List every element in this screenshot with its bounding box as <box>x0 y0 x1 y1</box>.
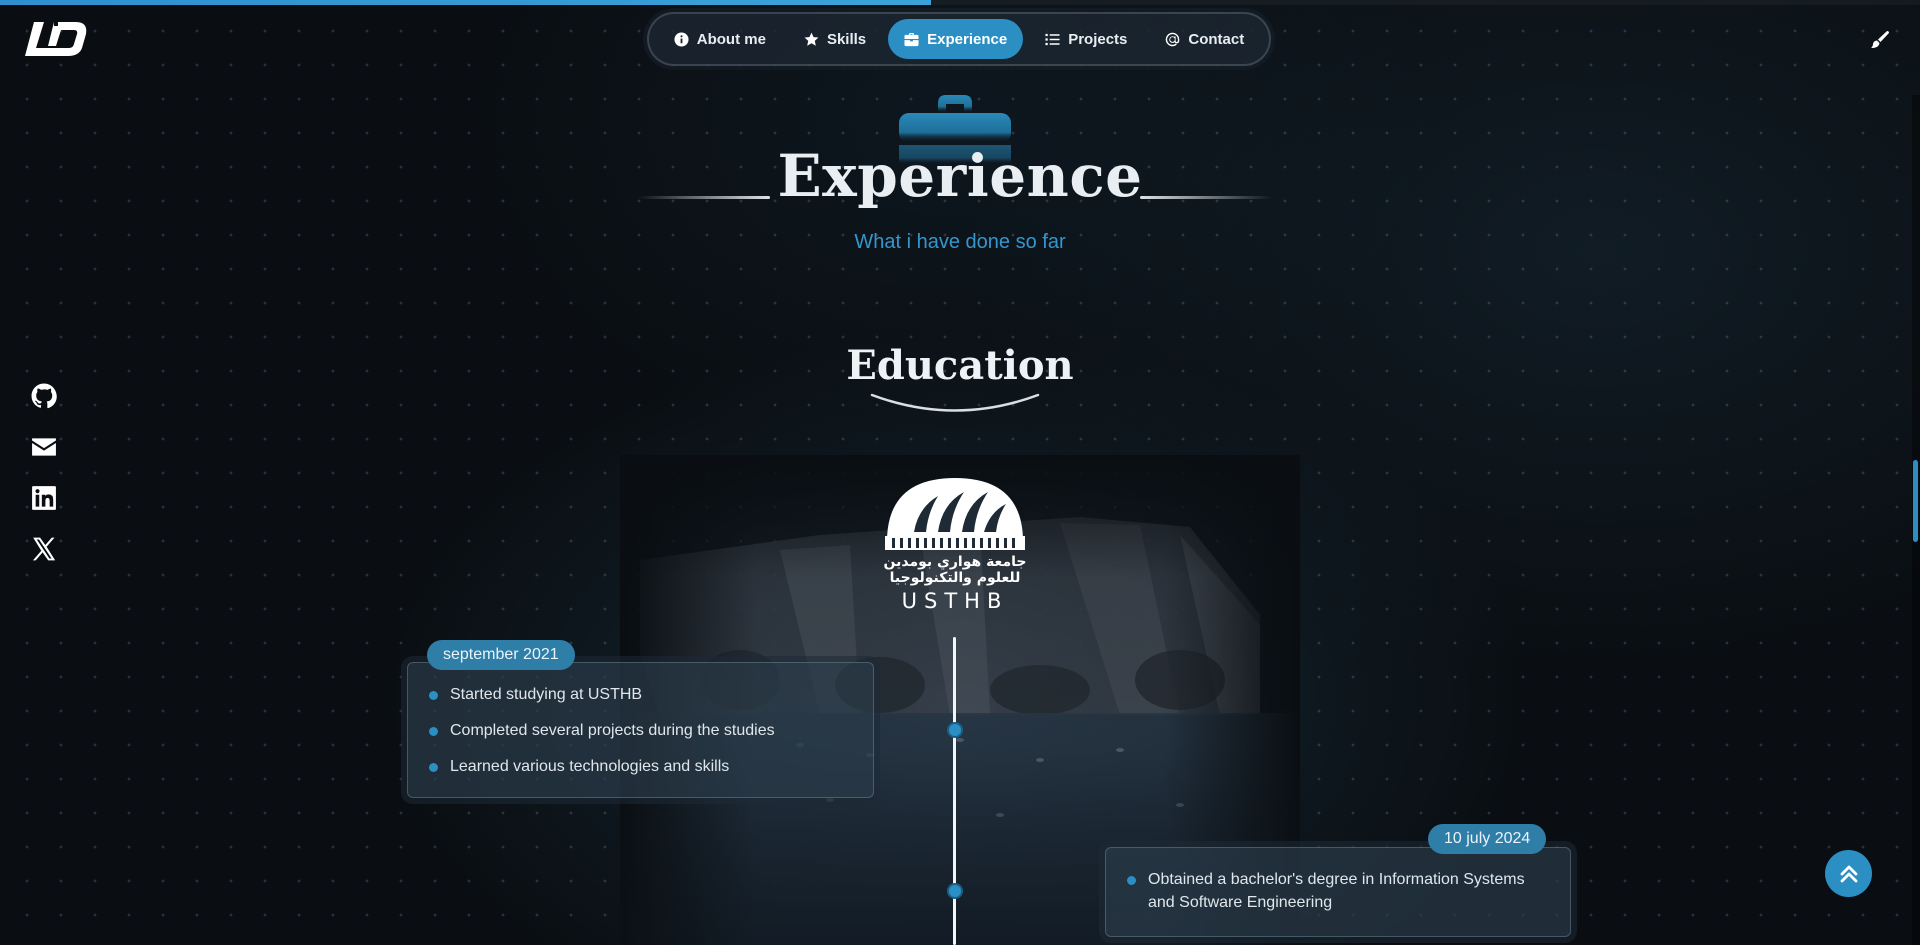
page-scrollbar-thumb[interactable] <box>1913 460 1918 542</box>
list-item: Obtained a bachelor's degree in Informat… <box>1124 868 1552 914</box>
timeline-card-list: Started studying at USTHB Completed seve… <box>426 683 855 778</box>
linkedin-icon <box>32 486 56 510</box>
section-title: Experience <box>777 142 1143 210</box>
nav-item-projects[interactable]: Projects <box>1029 19 1143 59</box>
svg-text:جامعة هواري بومدين: جامعة هواري بومدين <box>884 554 1027 571</box>
timeline-date-badge: september 2021 <box>427 640 575 670</box>
briefcase-icon <box>904 32 919 46</box>
social-links <box>30 383 58 562</box>
double-chevron-up-icon <box>1840 865 1857 882</box>
timeline-card: Obtained a bachelor's degree in Informat… <box>1105 847 1571 937</box>
x-twitter-icon <box>32 537 56 561</box>
scroll-progress-fill <box>0 0 932 5</box>
star-icon <box>804 32 819 46</box>
nav-item-experience[interactable]: Experience <box>888 19 1024 59</box>
nav-item-label: About me <box>696 30 766 48</box>
svg-text:USTHB: USTHB <box>902 589 1009 612</box>
list-item: Started studying at USTHB <box>426 683 855 706</box>
title-divider-right <box>1140 196 1272 199</box>
title-divider-left <box>638 196 770 199</box>
list-icon <box>1045 33 1060 45</box>
timeline-card: Started studying at USTHB Completed seve… <box>407 662 874 798</box>
timeline-dot <box>947 883 963 899</box>
usthb-logo: جامعة هواري بومدين للعلوم والتكنولوجيا U… <box>884 478 1027 612</box>
nav-item-label: Skills <box>826 30 867 48</box>
nav-item-label: Projects <box>1068 30 1128 48</box>
section-subtitle: What i have done so far <box>854 231 1066 253</box>
site-logo[interactable]: LD <box>24 20 90 58</box>
timeline-date-badge: 10 july 2024 <box>1428 824 1547 854</box>
education-title: Education <box>846 342 1074 389</box>
education-title-underline <box>870 393 1040 412</box>
timeline-dot <box>947 722 963 738</box>
svg-text:للعلوم والتكنولوجيا: للعلوم والتكنولوجيا <box>890 570 1021 586</box>
paintbrush-icon[interactable] <box>1870 30 1890 50</box>
info-circle-icon <box>674 31 689 47</box>
at-sign-icon <box>1166 32 1180 46</box>
envelope-icon <box>32 438 56 456</box>
list-item: Completed several projects during the st… <box>426 719 855 742</box>
timeline-card-list: Obtained a bachelor's degree in Informat… <box>1124 868 1552 914</box>
email-link[interactable] <box>30 434 58 460</box>
nav-item-about-me[interactable]: About me <box>658 19 782 59</box>
nav-item-skills[interactable]: Skills <box>788 19 882 59</box>
nav-item-label: Contact <box>1188 30 1245 48</box>
nav-item-contact[interactable]: Contact <box>1149 19 1260 59</box>
main-nav: About me Skills Experience Projects Cont… <box>647 12 1271 66</box>
scroll-progress-track <box>0 0 1920 5</box>
nav-item-label: Experience <box>927 30 1008 48</box>
list-item: Learned various technologies and skills <box>426 755 855 778</box>
x-link[interactable] <box>30 536 58 562</box>
scroll-to-top-button[interactable] <box>1825 850 1872 897</box>
linkedin-link[interactable] <box>30 485 58 511</box>
